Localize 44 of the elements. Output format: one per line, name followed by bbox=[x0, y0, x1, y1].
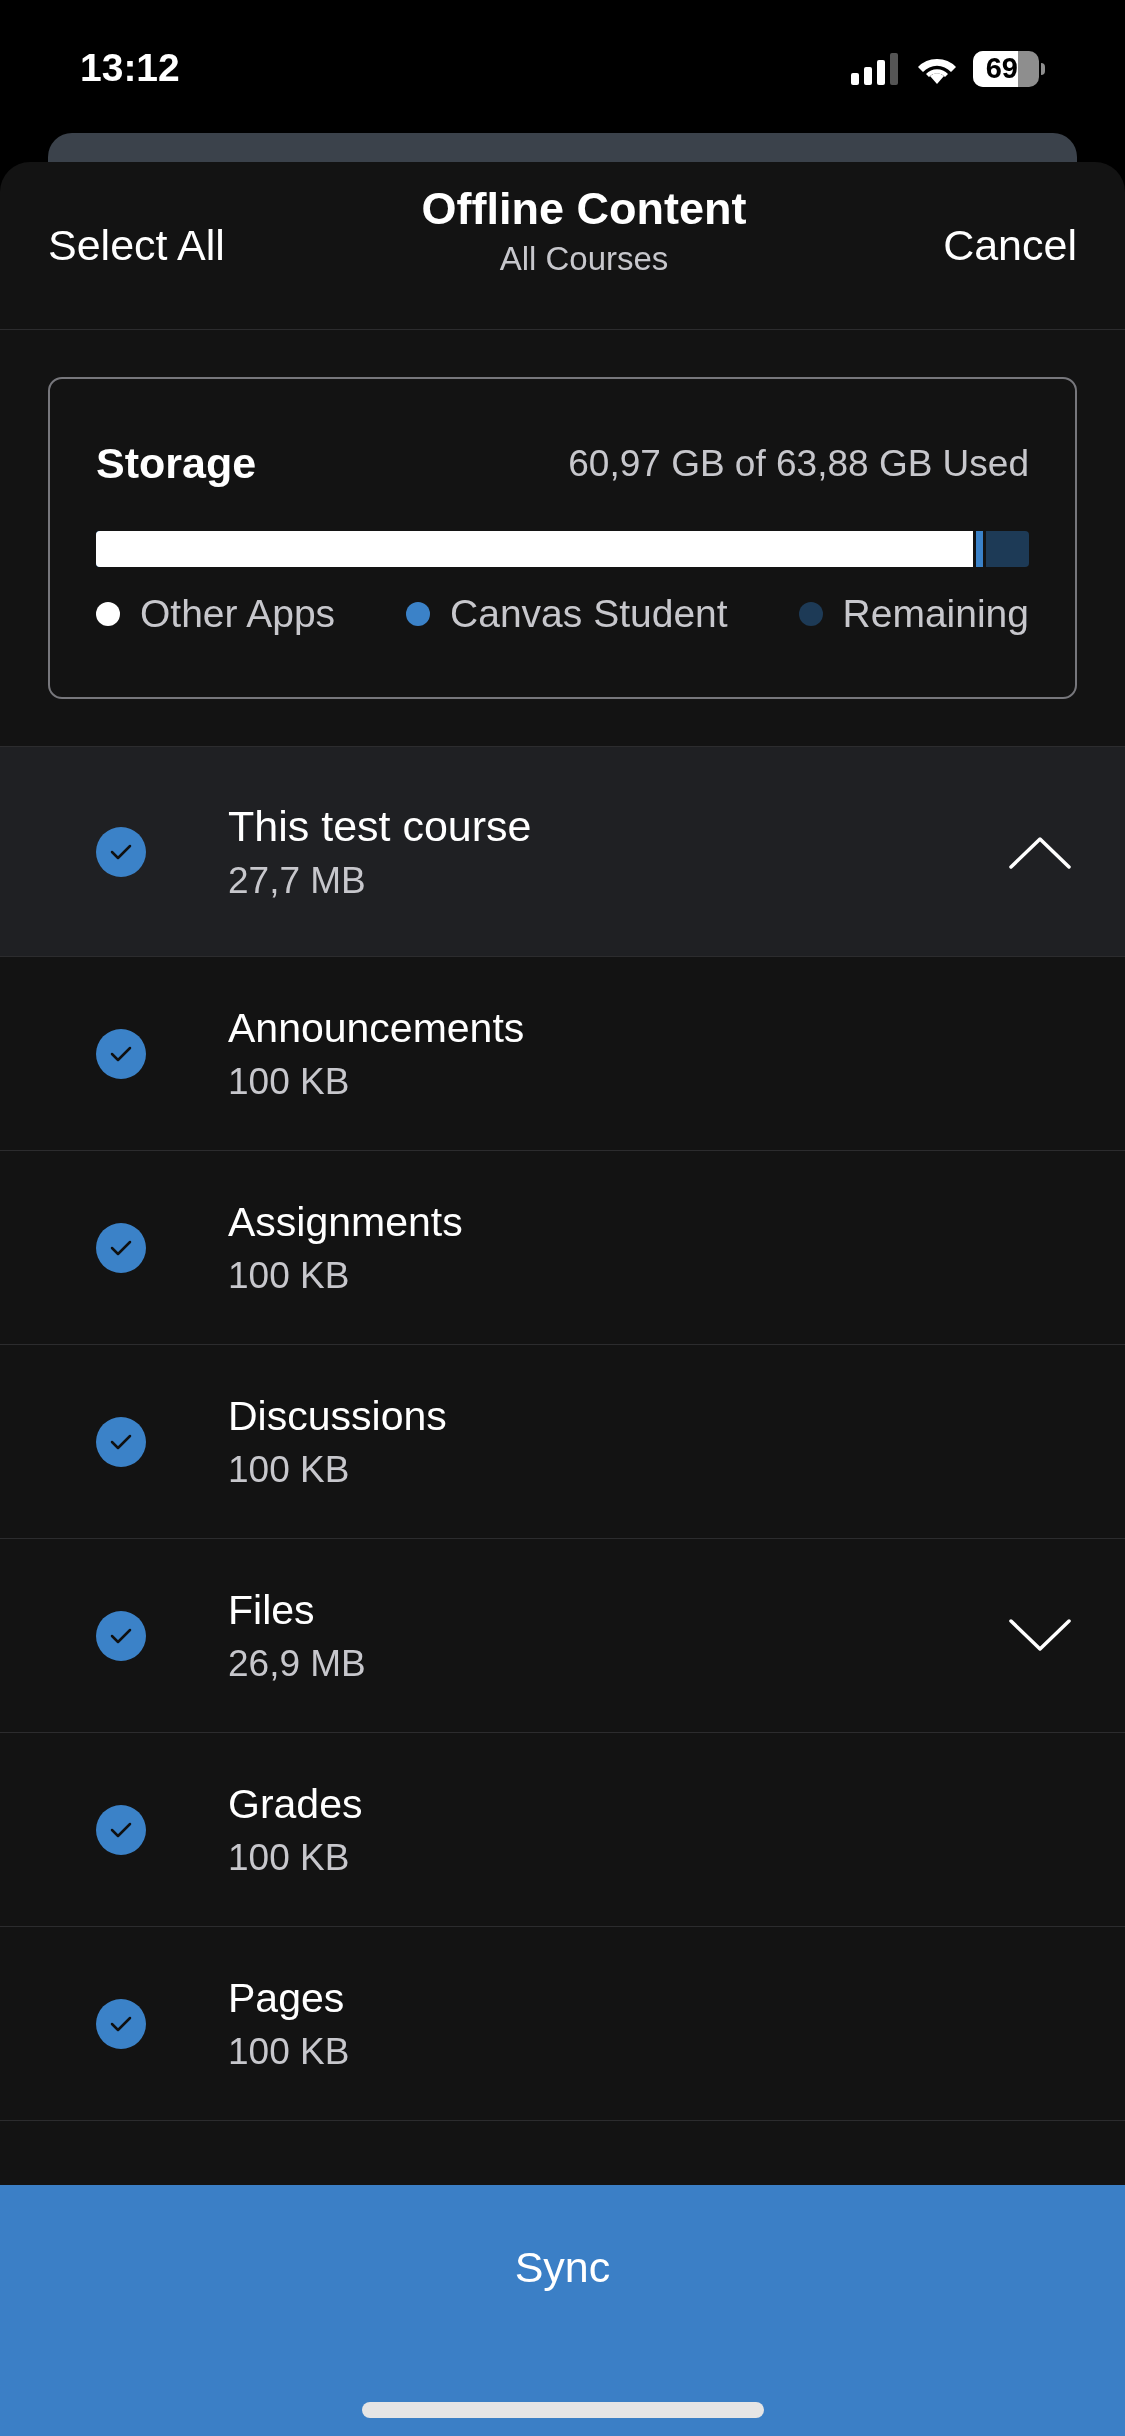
checkbox[interactable] bbox=[96, 1028, 146, 1079]
item-title: Grades bbox=[228, 1779, 364, 1829]
legend-label: Other Apps bbox=[140, 590, 336, 637]
course-title: This test course bbox=[228, 800, 533, 852]
signal-icon bbox=[851, 52, 901, 85]
item-size: 100 KB bbox=[228, 1253, 351, 1298]
checkbox[interactable] bbox=[96, 1610, 146, 1661]
checkbox[interactable] bbox=[96, 1222, 146, 1273]
item-title: Announcements bbox=[228, 1003, 526, 1053]
course-row[interactable]: This test course 27,7 MB bbox=[0, 747, 1125, 957]
storage-usage: 60,97 GB of 63,88 GB Used bbox=[568, 441, 1029, 486]
checkmark-icon bbox=[109, 1432, 133, 1451]
checkbox[interactable] bbox=[96, 1416, 146, 1467]
item-title: Assignments bbox=[228, 1197, 464, 1247]
item-size: 100 KB bbox=[228, 1835, 351, 1880]
select-all-button[interactable]: Select All bbox=[48, 213, 225, 278]
item-title: Pages bbox=[228, 1973, 346, 2023]
checkbox[interactable] bbox=[96, 1804, 146, 1855]
storage-title: Storage bbox=[96, 438, 257, 489]
checkbox[interactable] bbox=[96, 826, 146, 877]
chevron-down-icon[interactable] bbox=[1009, 1618, 1071, 1653]
checkmark-icon bbox=[109, 1820, 133, 1839]
legend-label: Canvas Student bbox=[450, 590, 728, 637]
item-title: Discussions bbox=[228, 1391, 448, 1441]
sheet-subtitle: All Courses bbox=[499, 238, 669, 279]
item-size: 100 KB bbox=[228, 2029, 351, 2074]
checkmark-icon bbox=[109, 1238, 133, 1257]
sync-button[interactable]: Sync bbox=[474, 2215, 651, 2320]
status-time: 13:12 bbox=[80, 45, 180, 92]
chevron-up-icon[interactable] bbox=[1009, 834, 1071, 869]
course-size: 27,7 MB bbox=[228, 858, 367, 903]
legend-label: Remaining bbox=[842, 590, 1029, 637]
checkmark-icon bbox=[109, 1044, 133, 1063]
checkmark-icon bbox=[109, 842, 133, 861]
item-size: 100 KB bbox=[228, 1447, 351, 1492]
checkmark-icon bbox=[109, 1626, 133, 1645]
sheet-title: Offline Content bbox=[421, 181, 747, 236]
item-size: 26,9 MB bbox=[228, 1641, 367, 1686]
item-title: Files bbox=[228, 1585, 316, 1635]
battery-level: 69 bbox=[985, 54, 1018, 83]
checkmark-icon bbox=[109, 2014, 133, 2033]
item-size: 100 KB bbox=[228, 1059, 351, 1104]
checkbox[interactable] bbox=[96, 1998, 146, 2049]
cancel-button[interactable]: Cancel bbox=[943, 213, 1077, 278]
